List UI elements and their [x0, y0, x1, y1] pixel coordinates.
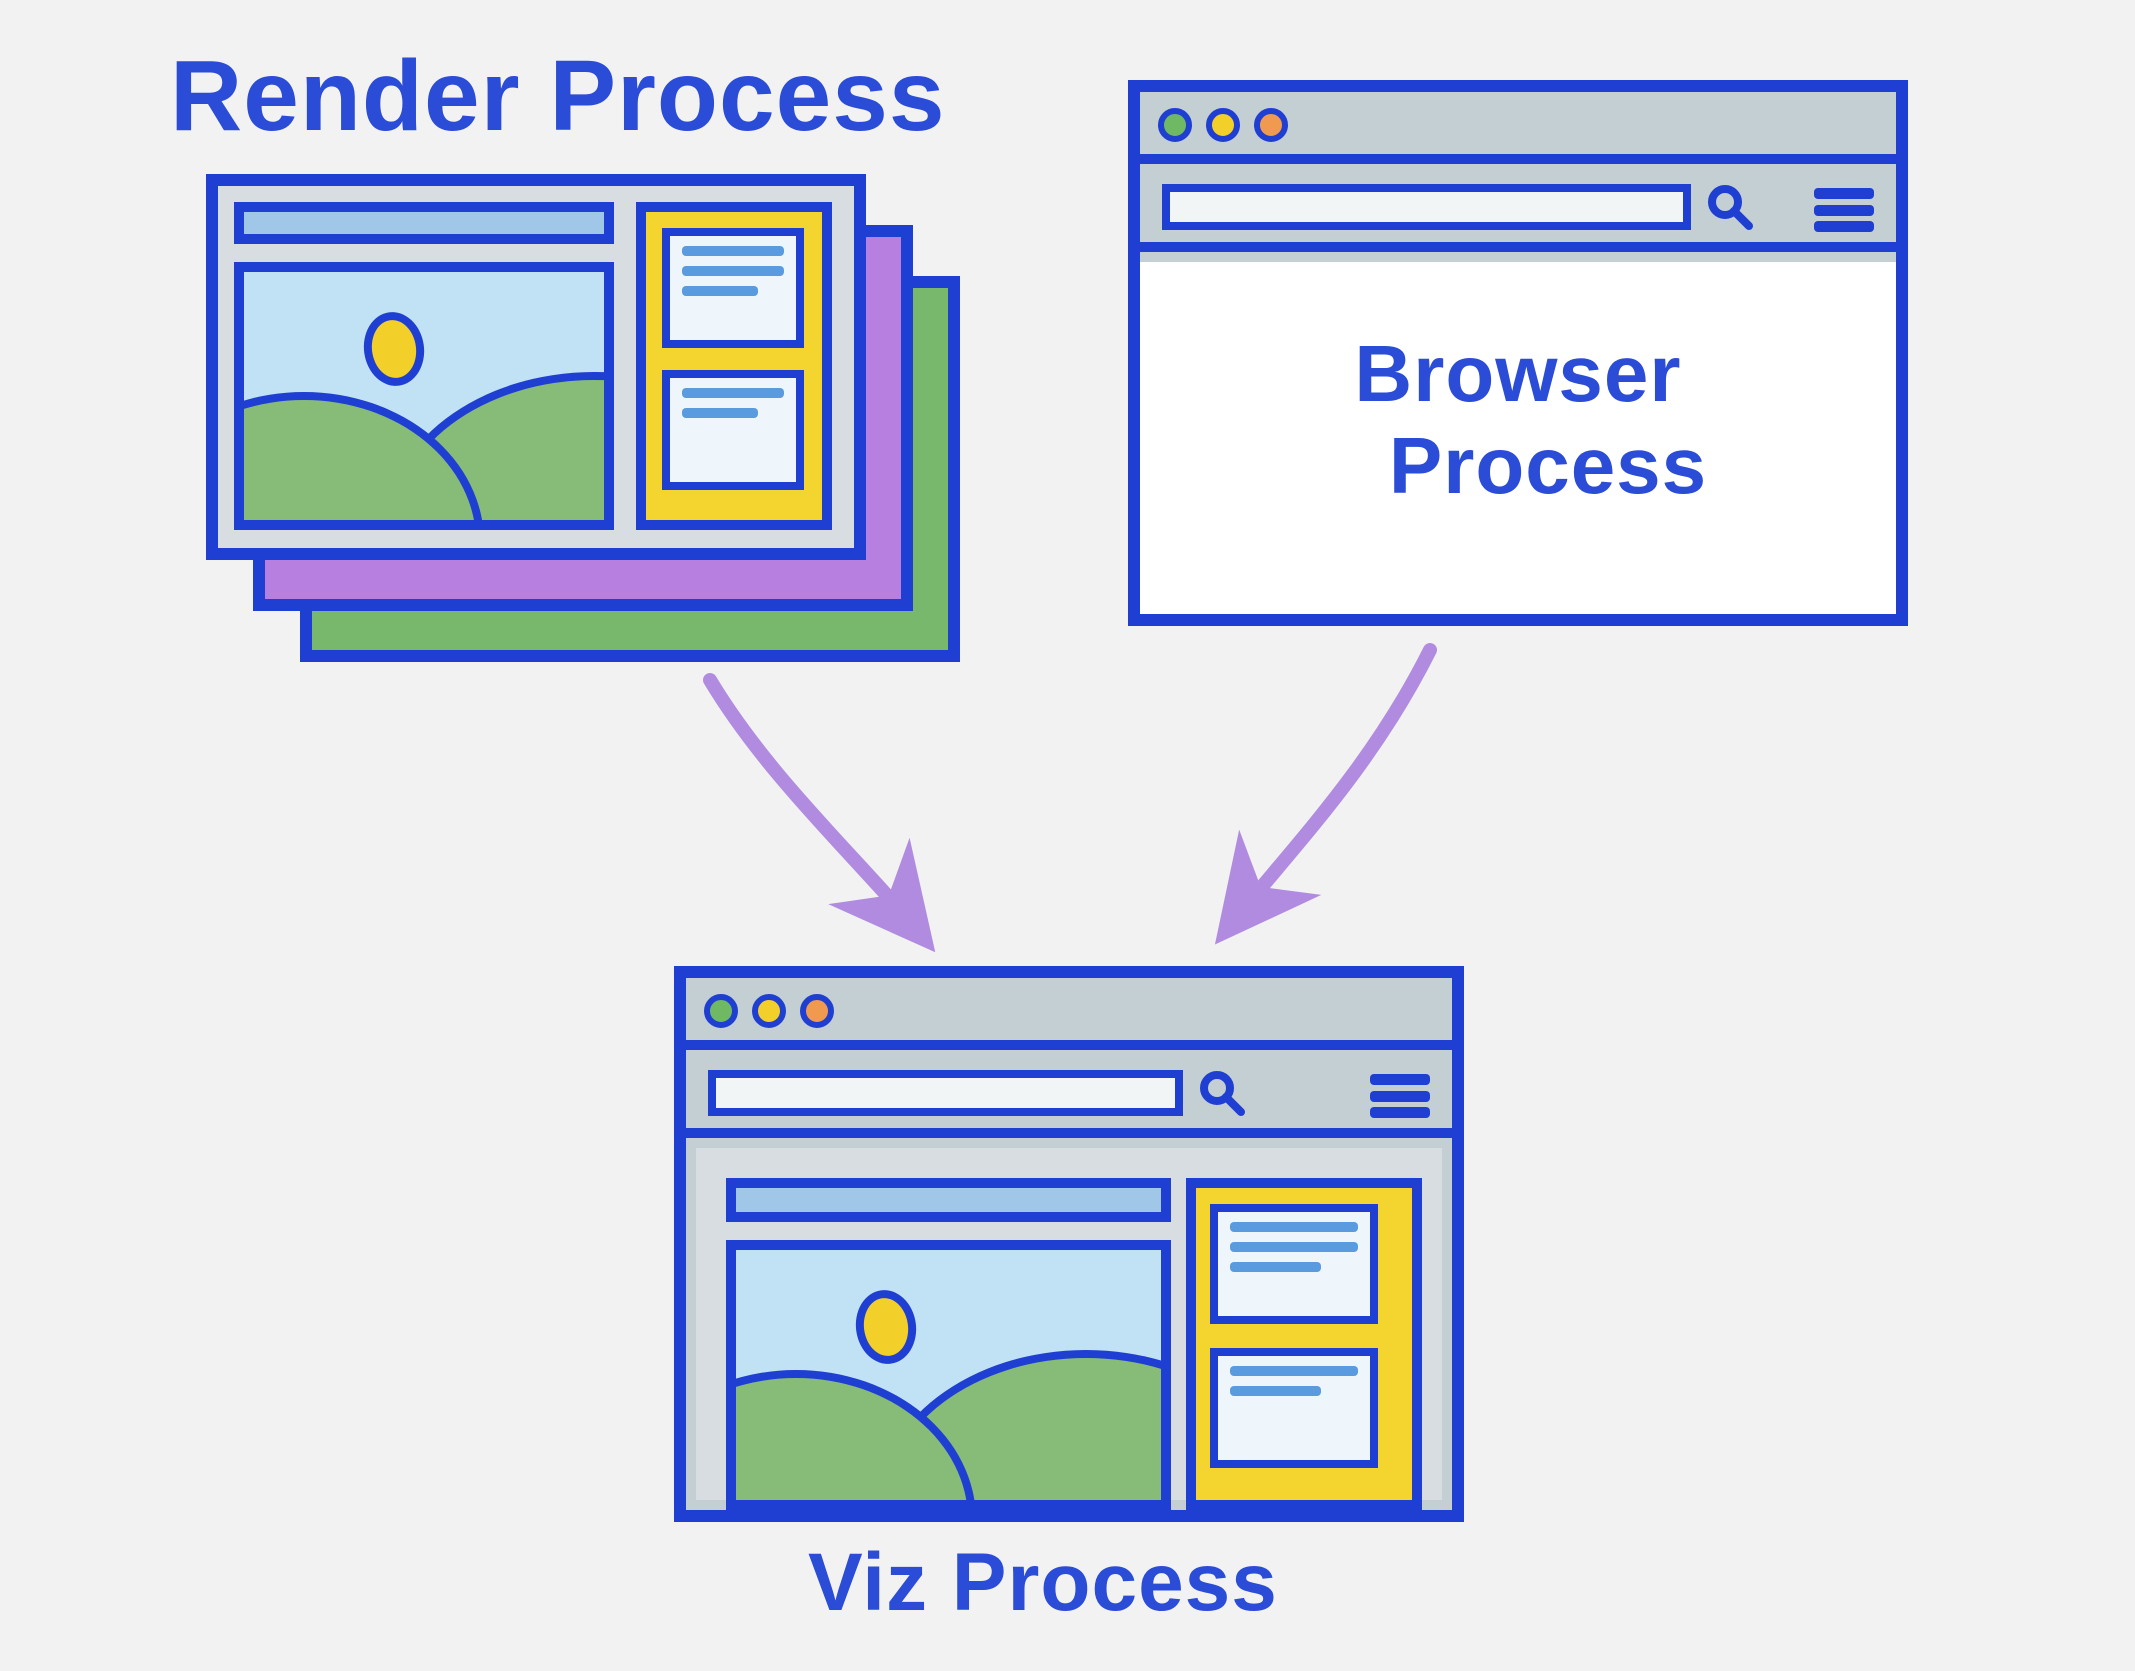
viz-webcontent — [726, 1178, 1444, 1502]
content-sidebar — [636, 202, 832, 530]
browser-process-label: Browser Process — [1329, 328, 1707, 512]
render-webcontent — [234, 202, 838, 532]
viz-process-label: Viz Process — [808, 1540, 1278, 1626]
arrow-render-to-viz — [690, 670, 950, 965]
traffic-light-minimize-icon — [752, 994, 786, 1028]
sidebar-box-1 — [1210, 1204, 1379, 1324]
traffic-light-zoom-icon — [1254, 108, 1288, 142]
browser-toolbar — [1140, 174, 1896, 252]
url-bar — [708, 1070, 1183, 1116]
content-title-bar — [726, 1178, 1171, 1222]
content-sidebar — [1186, 1178, 1423, 1510]
browser-process-label-line1: Browser — [1354, 329, 1681, 418]
sidebar-box-2 — [662, 370, 804, 490]
sun-icon — [851, 1286, 921, 1368]
hill-left — [234, 392, 484, 530]
traffic-light-close-icon — [1158, 108, 1192, 142]
sun-icon — [359, 308, 429, 390]
viz-process-window — [674, 966, 1464, 1522]
content-hero-image — [234, 262, 614, 530]
render-process-label: Render Process — [170, 44, 945, 149]
search-icon — [1705, 182, 1755, 232]
search-icon — [1197, 1068, 1247, 1118]
hamburger-icon — [1370, 1074, 1430, 1118]
arrow-browser-to-viz — [1200, 640, 1460, 955]
viz-viewport — [696, 1148, 1442, 1500]
url-bar — [1162, 184, 1691, 230]
traffic-lights — [704, 994, 834, 1028]
sidebar-box-1 — [662, 228, 804, 348]
hill-left — [726, 1370, 976, 1510]
browser-process-label-line2: Process — [1389, 420, 1707, 512]
browser-titlebar — [1140, 92, 1896, 164]
traffic-light-close-icon — [704, 994, 738, 1028]
render-process-stack — [206, 174, 966, 664]
content-hero-image — [726, 1240, 1171, 1510]
traffic-lights — [1158, 108, 1288, 142]
traffic-light-minimize-icon — [1206, 108, 1240, 142]
render-card-front — [206, 174, 866, 560]
browser-process-window: Browser Process — [1128, 80, 1908, 626]
viz-titlebar — [686, 978, 1452, 1050]
viz-toolbar — [686, 1060, 1452, 1138]
traffic-light-zoom-icon — [800, 994, 834, 1028]
hamburger-icon — [1814, 188, 1874, 232]
content-title-bar — [234, 202, 614, 244]
browser-viewport: Browser Process — [1140, 262, 1896, 614]
sidebar-box-2 — [1210, 1348, 1379, 1468]
